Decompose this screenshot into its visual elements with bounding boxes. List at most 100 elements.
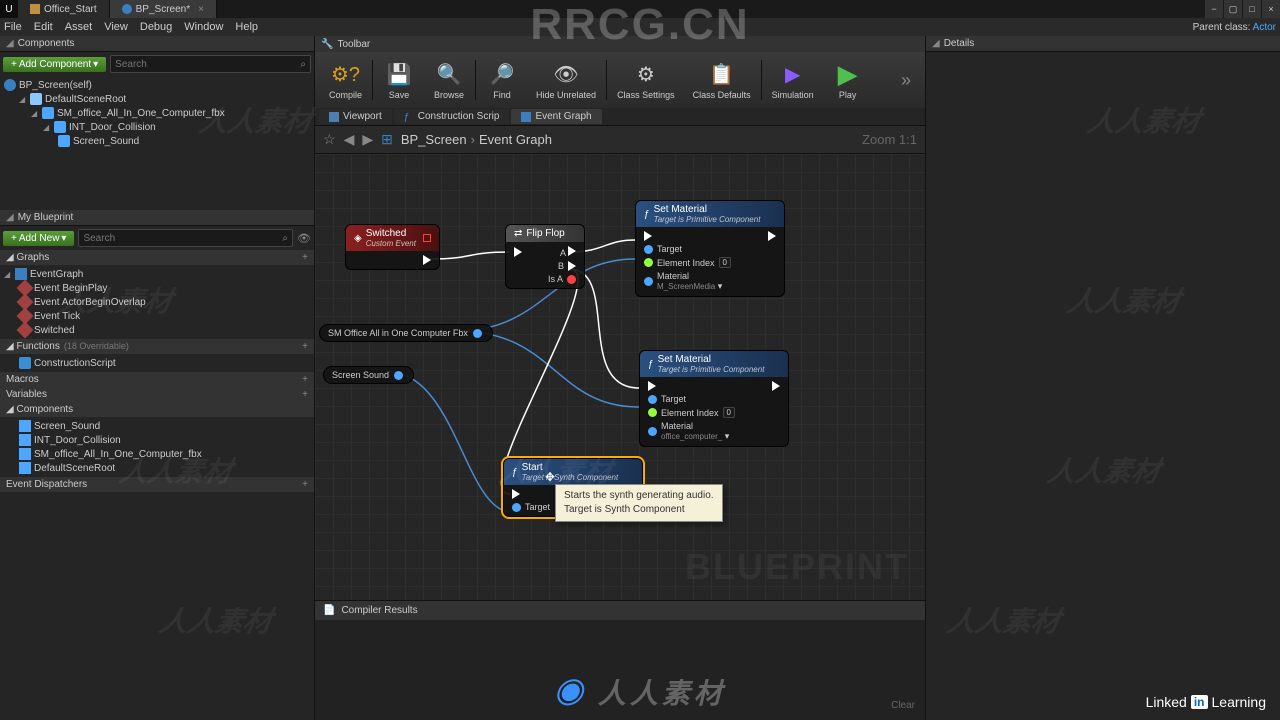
exec-in-pin[interactable]	[644, 231, 652, 241]
browse-button[interactable]: 🔍Browse	[425, 59, 473, 102]
target-pin[interactable]	[512, 503, 521, 512]
int-pin[interactable]	[648, 408, 657, 417]
hide-unrelated-button[interactable]: 👁Hide Unrelated	[528, 59, 604, 102]
section-components[interactable]: ◢ Components	[0, 402, 314, 417]
breadcrumb-current[interactable]: Event Graph	[479, 132, 552, 147]
add-component-button[interactable]: + Add Component ▾	[3, 57, 106, 72]
parent-class-link[interactable]: Actor	[1253, 22, 1276, 33]
node-set-material-1[interactable]: ƒSet MaterialTarget is Primitive Compone…	[635, 200, 785, 297]
material-value[interactable]: M_ScreenMedia	[657, 282, 715, 291]
node-flipflop[interactable]: ⇄Flip Flop A B Is A	[505, 224, 585, 289]
material-pin[interactable]	[648, 427, 657, 436]
material-pin[interactable]	[644, 277, 653, 286]
bool-out-pin[interactable]	[567, 275, 576, 284]
add-icon[interactable]: +	[302, 341, 308, 352]
node-var-sm-office[interactable]: SM Office All in One Computer Fbx	[319, 324, 493, 342]
back-button[interactable]: ◀	[344, 131, 355, 148]
eye-icon[interactable]: 👁	[297, 232, 311, 245]
menu-debug[interactable]: Debug	[140, 21, 172, 33]
object-out-pin[interactable]	[473, 329, 482, 338]
tree-item[interactable]: DefaultSceneRoot	[0, 461, 314, 475]
tree-root[interactable]: BP_Screen(self)	[0, 78, 314, 92]
object-out-pin[interactable]	[394, 371, 403, 380]
exec-out-pin[interactable]	[772, 381, 780, 391]
tree-item[interactable]: ConstructionScript	[0, 356, 314, 370]
node-switched[interactable]: ◈ Switched Custom Event	[345, 224, 440, 270]
tree-item[interactable]: ◢SM_office_All_In_One_Computer_fbx	[0, 106, 314, 120]
minimize-button[interactable]: −	[1205, 0, 1223, 18]
components-search[interactable]: ⌕	[110, 55, 311, 73]
menu-file[interactable]: File	[4, 21, 22, 33]
int-value[interactable]: 0	[719, 257, 731, 268]
delegate-pin[interactable]	[423, 234, 431, 242]
exec-in-pin[interactable]	[648, 381, 656, 391]
tree-item[interactable]: ◢INT_Door_Collision	[0, 120, 314, 134]
add-new-button[interactable]: + Add New ▾	[3, 231, 74, 246]
menu-help[interactable]: Help	[235, 21, 258, 33]
tree-item[interactable]: INT_Door_Collision	[0, 433, 314, 447]
tab-construction[interactable]: ƒConstruction Scrip	[394, 109, 510, 124]
find-button[interactable]: 🔎Find	[478, 59, 526, 102]
exec-in-pin[interactable]	[512, 489, 520, 499]
tab-event-graph[interactable]: Event Graph	[511, 109, 601, 124]
event-graph-canvas[interactable]: ◈ Switched Custom Event ⇄Flip Flop A B	[315, 154, 925, 600]
breadcrumb-path[interactable]: BP_Screen›Event Graph	[401, 132, 552, 147]
compiler-results-header[interactable]: 📄 Compiler Results	[315, 600, 925, 620]
add-icon[interactable]: +	[302, 479, 308, 490]
int-value[interactable]: 0	[723, 407, 735, 418]
compile-button[interactable]: ⚙?Compile	[321, 59, 370, 102]
section-graphs[interactable]: ◢ Graphs+	[0, 250, 314, 265]
save-button[interactable]: 💾Save	[375, 59, 423, 102]
section-variables[interactable]: Variables+	[0, 387, 314, 402]
node-set-material-2[interactable]: ƒSet MaterialTarget is Primitive Compone…	[639, 350, 789, 447]
breadcrumb-root[interactable]: BP_Screen	[401, 132, 467, 147]
node-header[interactable]: ⇄Flip Flop	[506, 225, 584, 242]
menu-view[interactable]: View	[104, 21, 128, 33]
tab-bp-screen[interactable]: BP_Screen* ×	[110, 0, 217, 18]
clear-button[interactable]: Clear	[315, 620, 925, 711]
toolbar-header[interactable]: 🔧 Toolbar	[315, 36, 925, 52]
play-button[interactable]: ▶Play	[824, 59, 872, 102]
add-icon[interactable]: +	[302, 252, 308, 263]
add-icon[interactable]: +	[302, 389, 308, 400]
forward-button[interactable]: ▶	[362, 131, 373, 148]
menu-edit[interactable]: Edit	[34, 21, 53, 33]
tab-office-start[interactable]: Office_Start	[18, 0, 110, 18]
node-header[interactable]: ƒSet MaterialTarget is Primitive Compone…	[636, 201, 784, 227]
tree-item[interactable]: Screen_Sound	[0, 419, 314, 433]
add-icon[interactable]: +	[302, 374, 308, 385]
restore-button[interactable]: ▢	[1224, 0, 1242, 18]
section-functions[interactable]: ◢ Functions(18 Overridable)+	[0, 339, 314, 354]
node-header[interactable]: ƒStartTarget is Synth Component	[504, 459, 642, 485]
section-macros[interactable]: Macros+	[0, 372, 314, 387]
tree-item[interactable]: ◢DefaultSceneRoot	[0, 92, 314, 106]
class-settings-button[interactable]: ⚙Class Settings	[609, 59, 683, 102]
menu-asset[interactable]: Asset	[65, 21, 93, 33]
details-header[interactable]: ◢ Details	[926, 36, 1280, 52]
int-pin[interactable]	[644, 258, 653, 267]
material-value[interactable]: office_computer_	[661, 432, 722, 441]
node-var-screen-sound[interactable]: Screen Sound	[323, 366, 414, 384]
menu-window[interactable]: Window	[184, 21, 223, 33]
exec-in-pin[interactable]	[514, 247, 522, 257]
favorite-icon[interactable]: ☆	[323, 131, 336, 148]
tree-item[interactable]: ◢EventGraph	[0, 267, 314, 281]
exec-out-pin[interactable]	[423, 255, 431, 265]
close-button[interactable]: ×	[1262, 0, 1280, 18]
exec-out-b-pin[interactable]	[568, 261, 576, 271]
exec-out-a-pin[interactable]	[568, 246, 576, 256]
node-header[interactable]: ◈ Switched Custom Event	[346, 225, 439, 251]
tree-item[interactable]: Switched	[0, 323, 314, 337]
myblueprint-header[interactable]: ◢ My Blueprint	[0, 210, 314, 226]
components-header[interactable]: ◢ Components	[0, 36, 314, 52]
tree-item[interactable]: SM_office_All_In_One_Computer_fbx	[0, 447, 314, 461]
node-header[interactable]: ƒSet MaterialTarget is Primitive Compone…	[640, 351, 788, 377]
target-pin[interactable]	[644, 245, 653, 254]
simulation-button[interactable]: ▶Simulation	[764, 59, 822, 102]
section-dispatchers[interactable]: Event Dispatchers+	[0, 477, 314, 492]
maximize-button[interactable]: □	[1243, 0, 1261, 18]
target-pin[interactable]	[648, 395, 657, 404]
class-defaults-button[interactable]: 📋Class Defaults	[685, 59, 759, 102]
tree-item[interactable]: Event Tick	[0, 309, 314, 323]
tree-item[interactable]: Screen_Sound	[0, 134, 314, 148]
